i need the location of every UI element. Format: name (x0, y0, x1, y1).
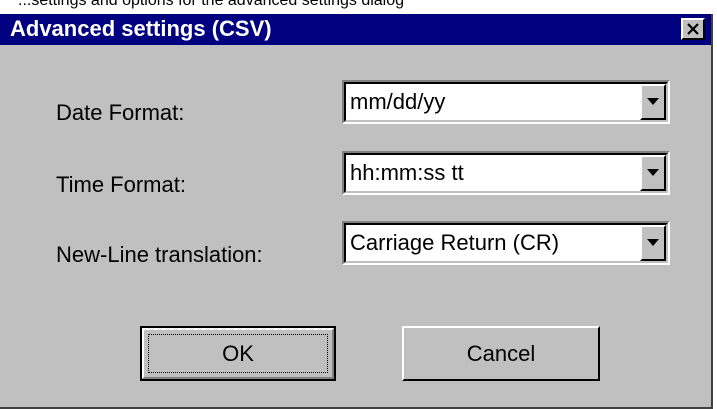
time-format-dropdown-button[interactable] (640, 155, 666, 191)
time-format-label: Time Format: (56, 172, 186, 197)
title-bar[interactable]: Advanced settings (CSV) (0, 14, 711, 45)
dialog-title: Advanced settings (CSV) (10, 16, 272, 41)
caption-fragment: ...settings and options for the advanced… (0, 0, 717, 14)
new-line-translation-label: New-Line translation: (56, 242, 263, 267)
ok-button-label: OK (222, 340, 254, 366)
date-format-value: mm/dd/yy (350, 89, 446, 114)
advanced-settings-dialog: Advanced settings (CSV) Date Format: mm/… (0, 14, 713, 409)
date-format-dropdown[interactable]: mm/dd/yy (342, 80, 670, 124)
chevron-down-icon (647, 98, 659, 105)
close-button[interactable] (681, 18, 705, 40)
chevron-down-icon (647, 239, 659, 246)
caption-text: ...settings and options for the advanced… (18, 0, 405, 9)
new-line-translation-dropdown[interactable]: Carriage Return (CR) (342, 221, 670, 265)
new-line-translation-value: Carriage Return (CR) (350, 230, 560, 255)
date-format-label: Date Format: (56, 100, 185, 125)
ok-button[interactable]: OK (140, 326, 336, 381)
chevron-down-icon (647, 169, 659, 176)
time-format-value: hh:mm:ss tt (350, 160, 464, 185)
date-format-dropdown-button[interactable] (640, 84, 666, 120)
cancel-button-label: Cancel (466, 340, 536, 366)
close-icon (687, 23, 699, 35)
time-format-dropdown[interactable]: hh:mm:ss tt (342, 151, 670, 195)
new-line-translation-dropdown-button[interactable] (640, 225, 666, 261)
cancel-button[interactable]: Cancel (402, 326, 600, 381)
